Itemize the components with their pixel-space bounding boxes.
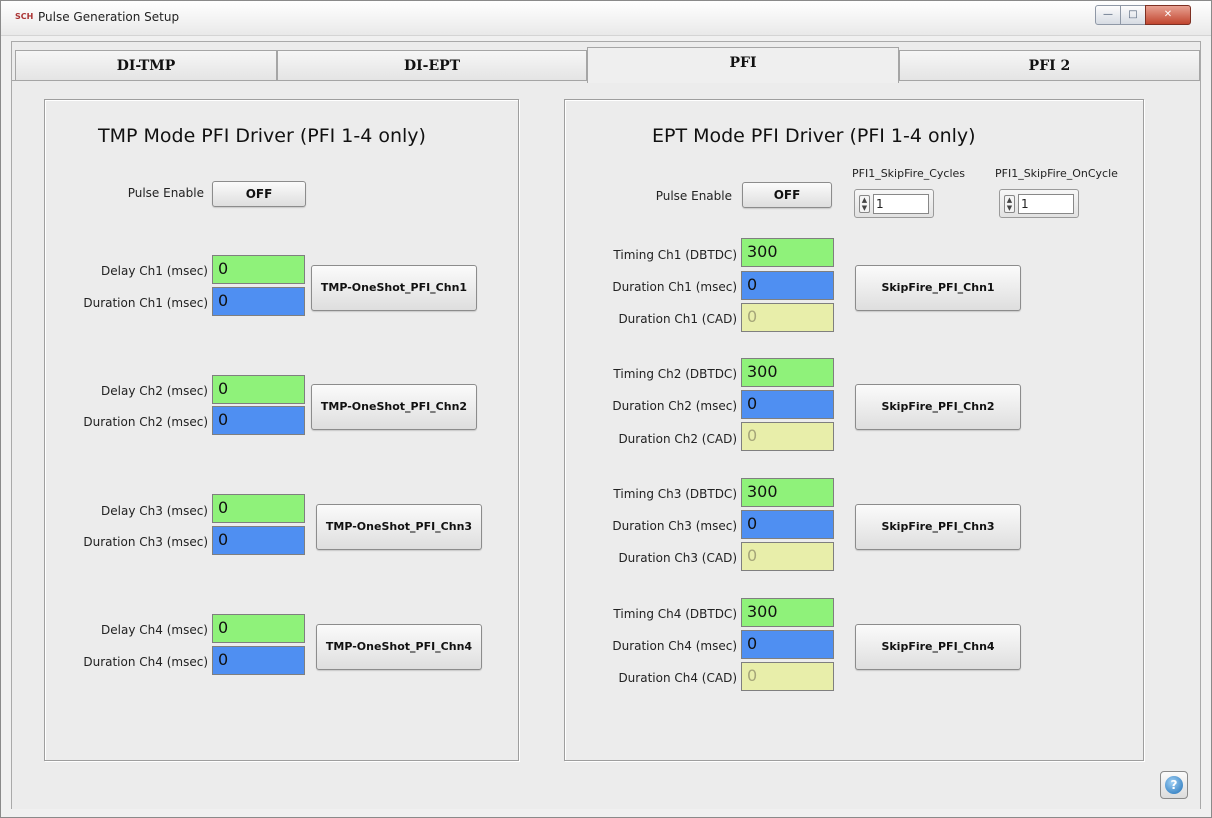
tmp-pulse-enable-label: Pulse Enable: [127, 186, 204, 200]
ept-duration-ch4-cad-label: Duration Ch4 (CAD): [618, 671, 737, 685]
app-icon: SCH: [15, 12, 34, 21]
tmp-oneshot-chn4-button[interactable]: TMP-OneShot_PFI_Chn4: [316, 624, 482, 670]
tmp-delay-ch2-label: Delay Ch2 (msec): [101, 384, 208, 398]
tmp-duration-ch2-label: Duration Ch2 (msec): [83, 415, 208, 429]
tmp-duration-ch4-field[interactable]: 0: [212, 646, 305, 675]
help-icon: ?: [1165, 776, 1183, 794]
client-area: DI-TMP DI-EPT PFI PFI 2 TMP Mode PFI Dri…: [11, 41, 1201, 809]
tab-di-tmp[interactable]: DI-TMP: [15, 50, 277, 82]
spin-arrows-icon[interactable]: ▲ ▼: [1004, 195, 1015, 213]
tmp-duration-ch3-field[interactable]: 0: [212, 526, 305, 555]
tmp-pulse-enable-toggle[interactable]: OFF: [212, 181, 306, 207]
ept-duration-ch1-msec-field[interactable]: 0: [741, 271, 834, 300]
tmp-delay-ch4-label: Delay Ch4 (msec): [101, 623, 208, 637]
ept-pulse-enable-label: Pulse Enable: [655, 189, 732, 203]
ept-timing-ch1-label: Timing Ch1 (DBTDC): [613, 248, 737, 262]
ept-duration-ch2-cad-field: 0: [741, 422, 834, 451]
ept-timing-ch2-label: Timing Ch2 (DBTDC): [613, 367, 737, 381]
spin-arrows-icon[interactable]: ▲ ▼: [859, 195, 870, 213]
tmp-duration-ch1-field[interactable]: 0: [212, 287, 305, 316]
skipfire-cycles-value[interactable]: 1: [873, 194, 929, 214]
ept-duration-ch3-msec-field[interactable]: 0: [741, 510, 834, 539]
tab-page-pfi: TMP Mode PFI Driver (PFI 1-4 only) Pulse…: [12, 80, 1200, 809]
ept-duration-ch2-msec-label: Duration Ch2 (msec): [612, 399, 737, 413]
skipfire-oncycle-label: PFI1_SkipFire_OnCycle: [995, 167, 1118, 180]
tmp-oneshot-chn3-button[interactable]: TMP-OneShot_PFI_Chn3: [316, 504, 482, 550]
close-icon[interactable]: ✕: [1145, 5, 1191, 25]
ept-duration-ch1-cad-label: Duration Ch1 (CAD): [618, 312, 737, 326]
skipfire-oncycle-value[interactable]: 1: [1018, 194, 1074, 214]
ept-duration-ch4-cad-field: 0: [741, 662, 834, 691]
tmp-duration-ch4-label: Duration Ch4 (msec): [83, 655, 208, 669]
tmp-duration-ch3-label: Duration Ch3 (msec): [83, 535, 208, 549]
help-button[interactable]: ?: [1160, 771, 1188, 799]
skipfire-chn2-button[interactable]: SkipFire_PFI_Chn2: [855, 384, 1021, 430]
skipfire-cycles-label: PFI1_SkipFire_Cycles: [852, 167, 966, 180]
tmp-duration-ch1-label: Duration Ch1 (msec): [83, 296, 208, 310]
ept-timing-ch1-field[interactable]: 300: [741, 238, 834, 267]
minimize-icon[interactable]: —: [1095, 5, 1121, 25]
tab-di-ept[interactable]: DI-EPT: [277, 50, 587, 82]
tmp-duration-ch2-field[interactable]: 0: [212, 406, 305, 435]
skipfire-chn3-button[interactable]: SkipFire_PFI_Chn3: [855, 504, 1021, 550]
tmp-delay-ch3-field[interactable]: 0: [212, 494, 305, 523]
tmp-delay-ch2-field[interactable]: 0: [212, 375, 305, 404]
tab-bar: DI-TMP DI-EPT PFI PFI 2: [12, 47, 1200, 83]
tmp-delay-ch1-field[interactable]: 0: [212, 255, 305, 284]
tmp-delay-ch1-label: Delay Ch1 (msec): [101, 264, 208, 278]
tmp-delay-ch3-label: Delay Ch3 (msec): [101, 504, 208, 518]
ept-duration-ch2-msec-field[interactable]: 0: [741, 390, 834, 419]
skipfire-oncycle-control[interactable]: ▲ ▼ 1: [999, 189, 1079, 218]
tab-pfi[interactable]: PFI: [587, 47, 899, 83]
ept-timing-ch2-field[interactable]: 300: [741, 358, 834, 387]
ept-duration-ch4-msec-label: Duration Ch4 (msec): [612, 639, 737, 653]
ept-duration-ch1-msec-label: Duration Ch1 (msec): [612, 280, 737, 294]
skipfire-chn4-button[interactable]: SkipFire_PFI_Chn4: [855, 624, 1021, 670]
tmp-oneshot-chn1-button[interactable]: TMP-OneShot_PFI_Chn1: [311, 265, 477, 311]
app-window: SCH Pulse Generation Setup — □ ✕ DI-TMP …: [0, 0, 1212, 818]
ept-timing-ch3-field[interactable]: 300: [741, 478, 834, 507]
ept-timing-ch4-field[interactable]: 300: [741, 598, 834, 627]
ept-duration-ch3-msec-label: Duration Ch3 (msec): [612, 519, 737, 533]
skipfire-cycles-control[interactable]: ▲ ▼ 1: [854, 189, 934, 218]
title-bar: SCH Pulse Generation Setup — □ ✕: [1, 1, 1211, 36]
ept-duration-ch2-cad-label: Duration Ch2 (CAD): [618, 432, 737, 446]
window-title: Pulse Generation Setup: [38, 10, 180, 24]
ept-timing-ch4-label: Timing Ch4 (DBTDC): [613, 607, 737, 621]
tmp-delay-ch4-field[interactable]: 0: [212, 614, 305, 643]
skipfire-chn1-button[interactable]: SkipFire_PFI_Chn1: [855, 265, 1021, 311]
ept-duration-ch3-cad-label: Duration Ch3 (CAD): [618, 551, 737, 565]
ept-duration-ch1-cad-field: 0: [741, 303, 834, 332]
ept-group-title: EPT Mode PFI Driver (PFI 1-4 only): [652, 125, 976, 147]
tmp-oneshot-chn2-button[interactable]: TMP-OneShot_PFI_Chn2: [311, 384, 477, 430]
tmp-group-title: TMP Mode PFI Driver (PFI 1-4 only): [98, 125, 426, 147]
ept-pulse-enable-toggle[interactable]: OFF: [742, 182, 832, 208]
tab-pfi-2[interactable]: PFI 2: [899, 50, 1200, 82]
ept-duration-ch3-cad-field: 0: [741, 542, 834, 571]
ept-duration-ch4-msec-field[interactable]: 0: [741, 630, 834, 659]
ept-timing-ch3-label: Timing Ch3 (DBTDC): [613, 487, 737, 501]
maximize-icon[interactable]: □: [1120, 5, 1146, 25]
